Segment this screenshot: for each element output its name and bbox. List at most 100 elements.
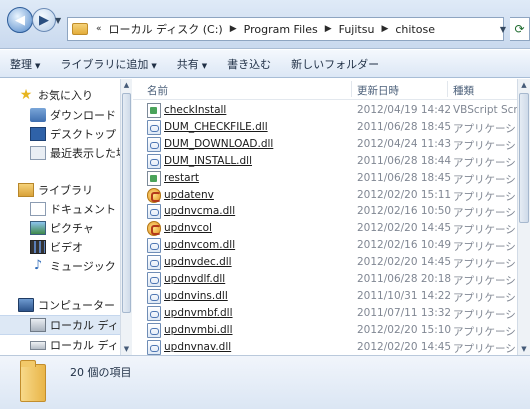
file-date: 2012/02/20 14:45 (357, 340, 452, 353)
nav-favorites-label: お気に入り (38, 89, 93, 102)
organize-button[interactable]: 整理 ▼ (0, 56, 50, 72)
scroll-down-icon[interactable]: ▼ (121, 343, 132, 355)
breadcrumb-chitose[interactable]: chitose (392, 23, 438, 36)
column-name[interactable]: 名前 (147, 83, 168, 98)
nav-documents[interactable]: ドキュメント (30, 199, 120, 219)
file-name[interactable]: updnvcol (164, 222, 212, 234)
nav-local-disk-c[interactable]: ローカル ディスク (0, 315, 120, 335)
column-divider[interactable] (447, 81, 448, 97)
file-name[interactable]: DUM_CHECKFILE.dll (164, 121, 268, 133)
file-list: 名前 更新日時 種類 checkInstall 2012/04/19 14:42 V… (133, 79, 530, 355)
table-row[interactable]: updnvnav.dll2012/02/20 14:45アプリケーション... (133, 339, 530, 355)
breadcrumb-fujitsu[interactable]: Fujitsu (336, 23, 378, 36)
history-dropdown-icon[interactable]: ▼ (55, 16, 65, 26)
table-row[interactable]: restart2011/06/28 18:45アプリケーション... (133, 170, 530, 187)
file-name[interactable]: DUM_INSTALL.dll (164, 155, 252, 167)
chevron-right-icon[interactable]: ▶ (377, 24, 392, 34)
table-row[interactable]: updnvdlf.dll2011/06/28 20:18アプリケーション... (133, 271, 530, 288)
new-folder-label: 新しいフォルダー (291, 57, 380, 71)
share-button[interactable]: 共有 ▼ (167, 56, 217, 72)
file-date: 2011/06/28 20:18 (357, 273, 452, 285)
file-name[interactable]: DUM_DOWNLOAD.dll (164, 138, 273, 150)
scroll-up-icon[interactable]: ▲ (121, 79, 132, 91)
add-to-library-button[interactable]: ライブラリに追加 ▼ (50, 56, 166, 72)
file-name[interactable]: updatenv (164, 189, 214, 201)
arrow-left-icon: ◀ (15, 12, 25, 28)
nav-libraries[interactable]: ライブラリ (18, 180, 120, 200)
file-name[interactable]: updnvdlf.dll (164, 273, 225, 285)
column-date[interactable]: 更新日時 (357, 83, 399, 98)
chevron-down-icon: ▼ (35, 61, 41, 70)
table-row[interactable]: DUM_DOWNLOAD.dll2012/04/24 11:43アプリケーション… (133, 136, 530, 153)
table-row[interactable]: updnvins.dll2011/10/31 14:22アプリケーション... (133, 288, 530, 305)
nav-local-disk-label: ローカル ディスク (50, 319, 120, 332)
dll-file-icon (147, 119, 161, 135)
table-row[interactable]: updnvdec.dll2012/02/20 14:45アプリケーション... (133, 254, 530, 271)
file-name[interactable]: restart (164, 172, 199, 184)
nav-music[interactable]: ♪ ミュージック (30, 256, 120, 276)
file-date: 2012/04/19 14:42 (357, 104, 452, 116)
chevron-right-icon[interactable]: ▶ (226, 24, 241, 34)
dll-file-icon (147, 238, 161, 254)
file-name[interactable]: updnvdec.dll (164, 256, 232, 268)
nav-computer[interactable]: コンピューター (18, 295, 120, 315)
nav-videos[interactable]: ビデオ (30, 237, 120, 257)
breadcrumb-program-files[interactable]: Program Files (241, 23, 321, 36)
nav-scrollbar[interactable]: ▲ ▼ (120, 79, 132, 355)
file-list-scrollbar[interactable]: ▲ ▼ (517, 79, 530, 355)
file-date: 2011/06/28 18:44 (357, 154, 452, 167)
file-name[interactable]: updnvmbi.dll (164, 324, 233, 336)
scroll-down-icon[interactable]: ▼ (518, 343, 530, 355)
dll-file-icon (147, 305, 161, 321)
table-row[interactable]: checkInstall 2012/04/19 14:42 VBScript Scr… (133, 102, 530, 119)
table-row[interactable]: updnvcma.dll2012/02/16 10:50アプリケーション... (133, 203, 530, 220)
chevron-down-icon: ▼ (201, 61, 208, 70)
table-row[interactable]: updnvmbf.dll2011/07/11 13:32アプリケーション... (133, 305, 530, 322)
file-name[interactable]: updnvmbf.dll (164, 307, 233, 319)
column-type[interactable]: 種類 (453, 83, 474, 98)
table-row[interactable]: DUM_CHECKFILE.dll2011/06/28 18:45アプリケーショ… (133, 119, 530, 136)
nav-local-disk-d[interactable]: ローカル ディスク (30, 335, 120, 355)
address-dropdown-icon[interactable]: ▼ (496, 17, 510, 41)
nav-music-label: ミュージック (50, 260, 116, 273)
scroll-up-icon[interactable]: ▲ (518, 79, 530, 91)
file-name[interactable]: checkInstall (164, 104, 226, 116)
burn-button[interactable]: 書き込む (217, 56, 281, 72)
computer-icon (18, 298, 34, 312)
nav-favorites[interactable]: ★ お気に入り (18, 85, 120, 105)
nav-recent[interactable]: 最近表示した場所 (30, 143, 120, 163)
item-count: 20 個の項目 (70, 366, 132, 379)
table-row[interactable]: updnvcol2012/02/20 14:45アプリケーション... (133, 220, 530, 237)
burn-label: 書き込む (227, 57, 272, 71)
refresh-button[interactable]: ⟳ (510, 17, 530, 41)
file-date: 2012/02/20 14:45 (357, 222, 452, 235)
chevron-right-icon[interactable]: ▶ (321, 24, 336, 34)
nav-downloads[interactable]: ダウンロード (30, 105, 120, 125)
file-name[interactable]: updnvcma.dll (164, 205, 235, 217)
new-folder-button[interactable]: 新しいフォルダー (281, 56, 389, 72)
table-row[interactable]: updatenv2012/02/20 15:11アプリケーション... (133, 187, 530, 204)
breadcrumb-local-disk[interactable]: ローカル ディスク (C:) (106, 21, 226, 37)
nav-scroll-thumb[interactable] (122, 93, 131, 313)
details-pane: 20 個の項目 (0, 355, 530, 409)
back-button[interactable]: ◀ (7, 7, 33, 33)
file-date: 2011/06/28 18:45 (357, 120, 452, 133)
nav-desktop[interactable]: デスクトップ (30, 124, 120, 144)
breadcrumb-overflow[interactable]: « (92, 24, 106, 34)
libraries-icon (18, 183, 34, 197)
file-name[interactable]: updnvnav.dll (164, 341, 231, 353)
nav-pictures[interactable]: ピクチャ (30, 218, 120, 238)
dll-file-icon (147, 153, 161, 169)
table-row[interactable]: updnvcom.dll2012/02/16 10:49アプリケーション... (133, 237, 530, 254)
file-name[interactable]: updnvcom.dll (164, 239, 235, 251)
drive-icon (30, 340, 46, 350)
address-box[interactable]: « ローカル ディスク (C:) ▶ Program Files ▶ Fujit… (67, 17, 504, 41)
add-to-library-label: ライブラリに追加 (60, 57, 149, 71)
table-row[interactable]: updnvmbi.dll2012/02/20 15:10アプリケーション... (133, 322, 530, 339)
file-date: 2012/02/16 10:50 (357, 205, 452, 218)
forward-button[interactable]: ▶ (32, 8, 56, 32)
file-list-scroll-thumb[interactable] (519, 93, 529, 223)
file-name[interactable]: updnvins.dll (164, 290, 228, 302)
column-divider[interactable] (351, 81, 352, 97)
table-row[interactable]: DUM_INSTALL.dll2011/06/28 18:44アプリケーション.… (133, 153, 530, 170)
